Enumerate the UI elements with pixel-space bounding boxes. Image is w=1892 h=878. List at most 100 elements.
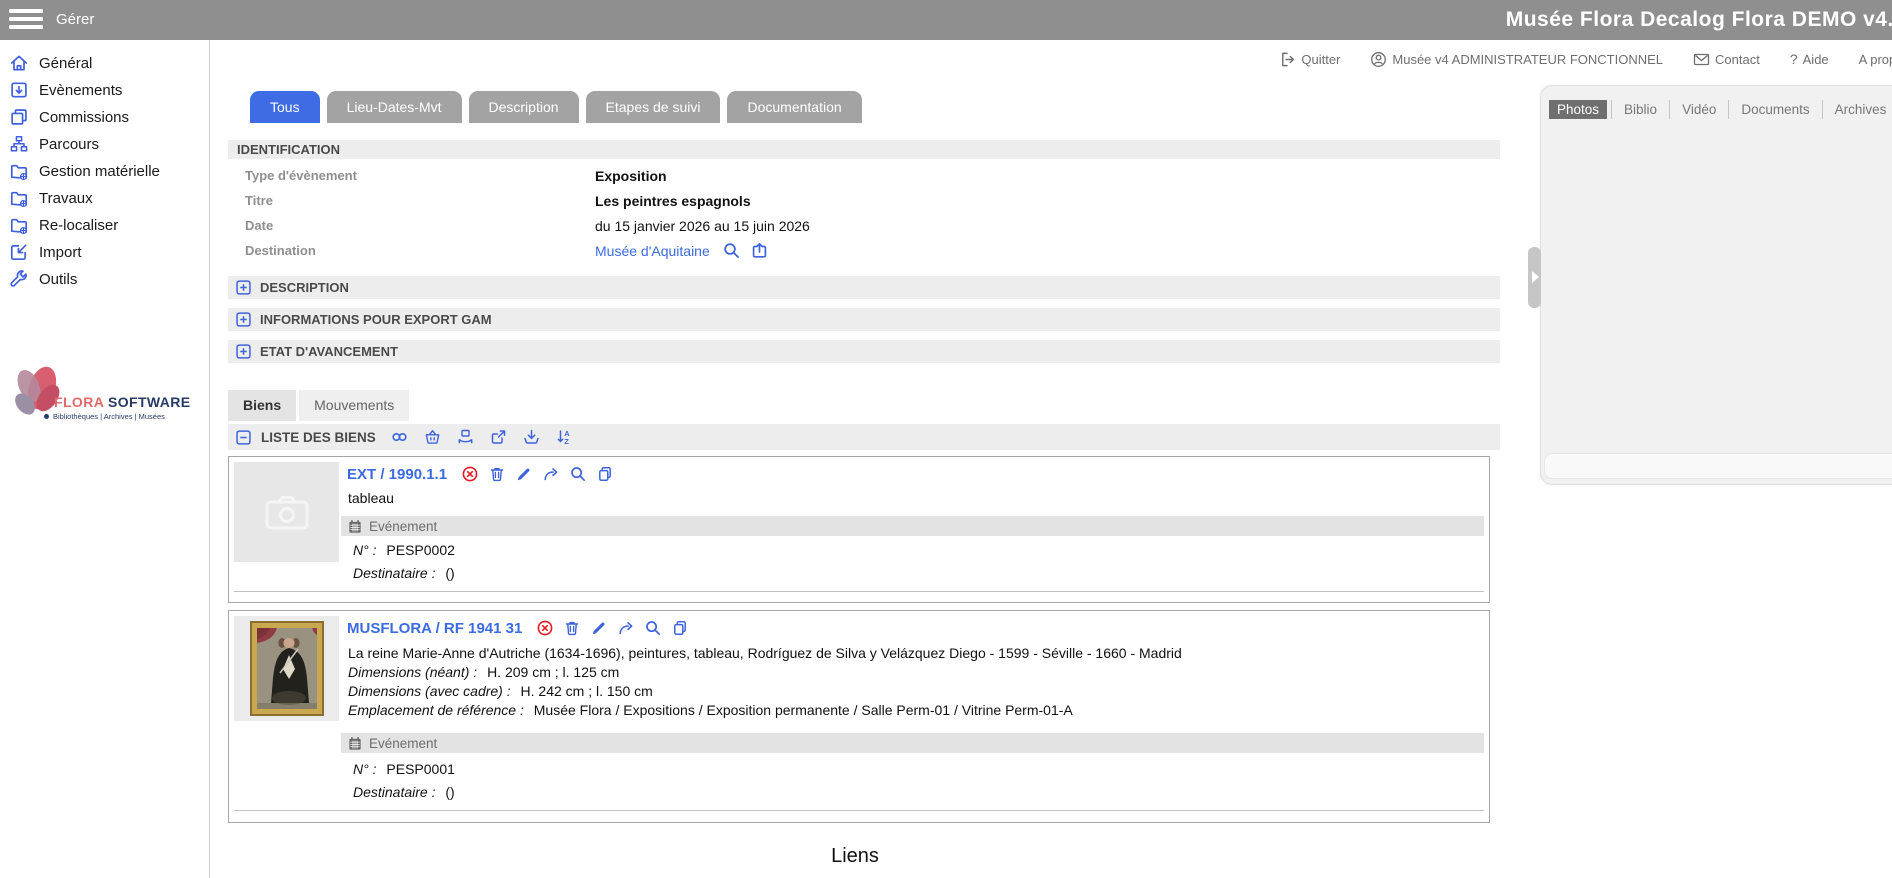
current-user[interactable]: Musée v4 ADMINISTRATEUR FONCTIONNEL (1370, 51, 1663, 68)
envelope-icon (1693, 52, 1710, 67)
link-icon[interactable] (390, 428, 409, 446)
cancel-icon[interactable] (461, 465, 479, 483)
panel-collapse-handle[interactable] (1528, 247, 1541, 308)
folders-icon (9, 107, 29, 127)
edit-pencil-icon[interactable] (590, 619, 608, 637)
media-tabs: Photos Biblio Vidéo Documents Archives (1549, 100, 1892, 119)
help-label: Aide (1803, 52, 1829, 67)
detail-label: Dimensions (néant) : (348, 664, 477, 680)
cancel-icon[interactable] (536, 619, 554, 637)
external-link-icon[interactable] (489, 428, 508, 446)
detail-value: Musée Flora / Expositions / Exposition p… (534, 702, 1073, 718)
top-bar: Gérer Musée Flora Decalog Flora DEMO v4.… (0, 0, 1892, 40)
edit-pencil-icon[interactable] (515, 465, 533, 483)
sort-az-icon[interactable]: AZ (555, 428, 574, 446)
expand-plus-icon[interactable] (236, 312, 251, 327)
liens-heading: Liens (210, 845, 1500, 868)
basket-icon[interactable] (423, 428, 442, 446)
painting-image (250, 621, 324, 716)
record-code-link[interactable]: EXT / 1990.1.1 (347, 466, 447, 483)
section-description[interactable]: DESCRIPTION (228, 276, 1500, 299)
tab-photos[interactable]: Photos (1549, 100, 1607, 119)
sidebar-item-label: Outils (39, 271, 77, 288)
field-label: Titre (228, 193, 595, 208)
event-number-row: N° : PESP0002 (353, 542, 455, 558)
open-record-icon[interactable] (750, 241, 769, 260)
quit-label: Quitter (1301, 52, 1340, 67)
contact-link[interactable]: Contact (1693, 52, 1760, 67)
contact-label: Contact (1715, 52, 1760, 67)
folder-globe-icon (9, 188, 29, 208)
designation: La reine Marie-Anne d'Autriche (1634-169… (348, 645, 1182, 661)
tab-documents[interactable]: Documents (1728, 100, 1821, 119)
expand-plus-icon[interactable] (236, 280, 251, 295)
destination-link[interactable]: Musée d'Aquitaine (595, 243, 710, 259)
search-icon[interactable] (722, 241, 741, 260)
event-field-value: () (445, 565, 454, 581)
help-link[interactable]: ? Aide (1790, 51, 1829, 67)
field-value: Les peintres espagnols (595, 193, 751, 209)
search-icon[interactable] (644, 619, 662, 637)
sidebar-item-label: Commissions (39, 109, 129, 126)
record-code-link[interactable]: MUSFLORA / RF 1941 31 (347, 620, 522, 637)
tab-biens[interactable]: Biens (228, 390, 296, 421)
chevron-right-icon (1532, 271, 1539, 283)
event-destinataire-row: Destinataire : () (353, 784, 455, 800)
sidebar-item-general[interactable]: Général (9, 52, 209, 74)
folder-globe-icon (9, 161, 29, 181)
sidebar-item-import[interactable]: Import (9, 241, 209, 263)
event-field-label: Destinataire : (353, 784, 435, 800)
tab-biblio[interactable]: Biblio (1611, 100, 1669, 119)
sidebar-item-evenements[interactable]: Evènements (9, 79, 209, 101)
event-field-value: PESP0002 (386, 542, 455, 558)
section-etat-avancement[interactable]: ETAT D'AVANCEMENT (228, 340, 1500, 363)
manage-menu-label[interactable]: Gérer (56, 0, 94, 40)
tab-video[interactable]: Vidéo (1669, 100, 1728, 119)
sidebar-item-travaux[interactable]: Travaux (9, 187, 209, 209)
section-export-gam[interactable]: INFORMATIONS POUR EXPORT GAM (228, 308, 1500, 331)
field-label: Destination (228, 243, 595, 258)
share-arrow-icon[interactable] (617, 619, 635, 637)
tab-description[interactable]: Description (469, 91, 579, 123)
tab-documentation[interactable]: Documentation (727, 91, 861, 123)
download-icon[interactable] (522, 428, 541, 446)
about-link[interactable]: A propos (1859, 52, 1892, 67)
event-field-label: Destinataire : (353, 565, 435, 581)
collapsed-sections: DESCRIPTION INFORMATIONS POUR EXPORT GAM… (228, 276, 1500, 372)
collapse-minus-icon[interactable] (236, 430, 251, 445)
expand-plus-icon[interactable] (236, 344, 251, 359)
detail-label: Dimensions (avec cadre) : (348, 683, 511, 699)
duplicate-icon[interactable] (596, 465, 614, 483)
event-band: Evénement (341, 516, 1484, 536)
sidebar-item-commissions[interactable]: Commissions (9, 106, 209, 128)
user-icon (1370, 51, 1387, 68)
tab-etapes-de-suivi[interactable]: Etapes de suivi (586, 91, 721, 123)
field-label: Date (228, 218, 595, 233)
hamburger-menu-icon[interactable] (9, 9, 43, 31)
painting-thumbnail[interactable] (234, 616, 339, 721)
event-band-title: Evénement (369, 519, 437, 534)
sidebar-item-relocaliser[interactable]: Re-localiser (9, 214, 209, 236)
designation: tableau (348, 490, 394, 506)
event-field-label: N° : (353, 761, 377, 777)
trash-icon[interactable] (563, 619, 581, 637)
sidebar-item-gestion-materielle[interactable]: Gestion matérielle (9, 160, 209, 182)
tab-mouvements[interactable]: Mouvements (299, 390, 409, 421)
duplicate-icon[interactable] (671, 619, 689, 637)
sidebar-item-parcours[interactable]: Parcours (9, 133, 209, 155)
sidebar-item-outils[interactable]: Outils (9, 268, 209, 290)
card-separator (234, 810, 1484, 811)
photo-placeholder[interactable] (234, 462, 339, 562)
bien-card: MUSFLORA / RF 1941 31 La reine Marie-Ann… (228, 610, 1490, 823)
search-icon[interactable] (569, 465, 587, 483)
liste-des-biens-header: LISTE DES BIENS AZ (228, 424, 1500, 450)
quit-button[interactable]: Quitter (1279, 51, 1340, 68)
hand-box-icon[interactable] (456, 428, 475, 446)
app-title: Musée Flora Decalog Flora DEMO v4.5 (1506, 0, 1892, 40)
tab-tous[interactable]: Tous (250, 91, 320, 123)
trash-icon[interactable] (488, 465, 506, 483)
tab-lieu-dates-mvt[interactable]: Lieu-Dates-Mvt (327, 91, 462, 123)
section-title: INFORMATIONS POUR EXPORT GAM (260, 312, 492, 327)
tab-archives[interactable]: Archives (1822, 100, 1892, 119)
share-arrow-icon[interactable] (542, 465, 560, 483)
